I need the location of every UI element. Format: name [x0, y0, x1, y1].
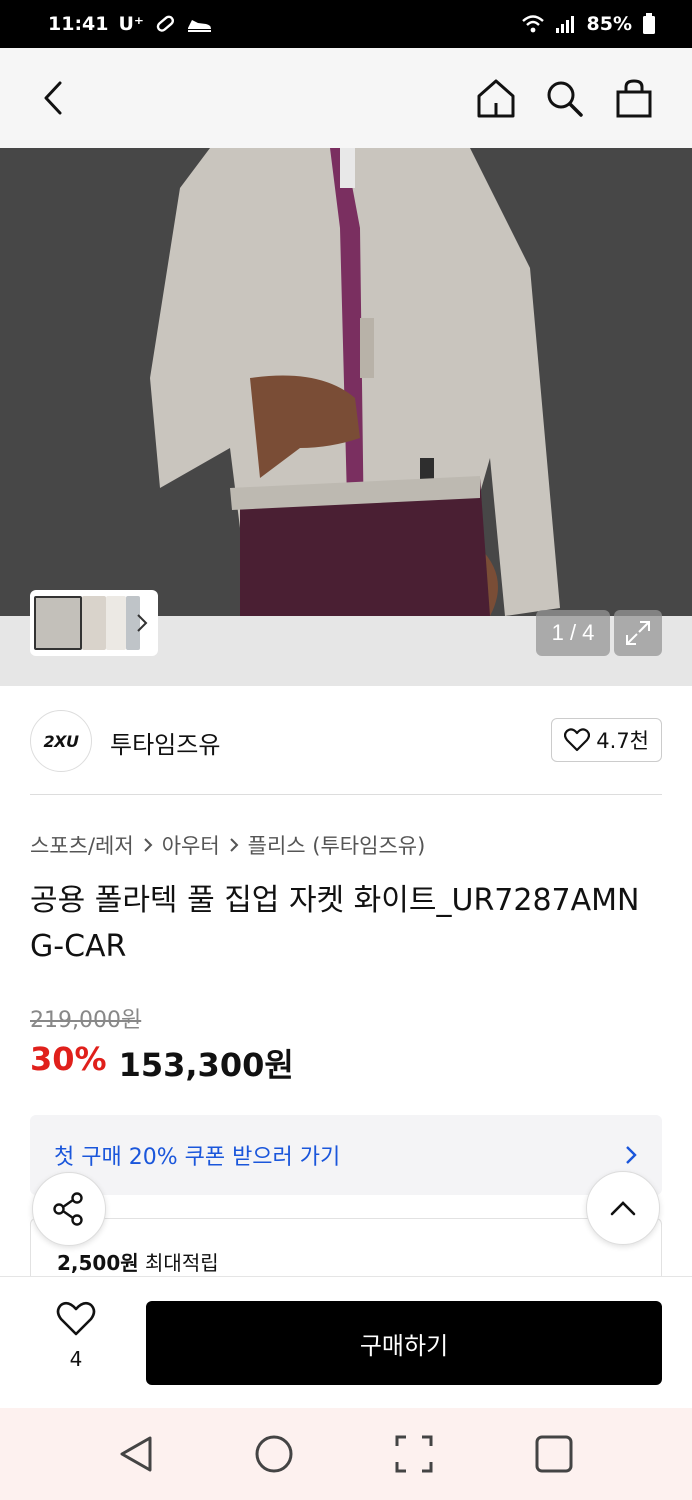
- product-title: 공용 폴라텍 풀 집업 자켓 화이트_UR7287AMNG-CAR: [30, 883, 640, 964]
- chevron-right-icon[interactable]: [136, 613, 148, 633]
- thumbnail-1[interactable]: [34, 596, 82, 650]
- recents-square-icon[interactable]: [534, 1434, 574, 1474]
- shoe-icon: [187, 20, 211, 32]
- app-header: [0, 48, 692, 148]
- heart-icon: [564, 728, 591, 752]
- brand-logo-text: 2XU: [43, 731, 79, 751]
- coupon-banner[interactable]: 첫 구매 20% 쿠폰 받으러 가기: [30, 1115, 662, 1195]
- pill-icon: [156, 15, 174, 32]
- home-icon: [477, 79, 515, 118]
- buy-button[interactable]: 구매하기: [146, 1301, 662, 1385]
- cart-button[interactable]: [610, 74, 658, 122]
- bottom-action-bar: 4 구매하기: [0, 1276, 692, 1408]
- product-like-button[interactable]: 4: [44, 1301, 108, 1371]
- status-bar: 11:41 U⁺ 85%: [0, 0, 692, 48]
- battery-icon: [643, 13, 655, 34]
- battery-percent: 85%: [586, 13, 632, 35]
- expand-button[interactable]: [614, 610, 662, 656]
- system-nav-bar: [0, 1408, 692, 1500]
- coupon-text: 첫 구매 20% 쿠폰 받으러 가기: [54, 1145, 341, 1170]
- points-amount: 2,500원: [57, 1251, 139, 1275]
- brand-row: 2XU 투타임즈유 4.7천: [30, 708, 662, 774]
- scroll-top-button[interactable]: [586, 1171, 660, 1245]
- product-like-count: 4: [69, 1347, 83, 1371]
- share-button[interactable]: [32, 1172, 106, 1246]
- status-carrier: U⁺: [118, 13, 144, 35]
- image-counter: 1 / 4: [536, 610, 610, 656]
- shopping-bag-icon: [616, 79, 652, 118]
- price-row: 30% 153,300원: [30, 1040, 294, 1086]
- breadcrumb: 스포츠/레저 아우터 플리스 (투타임즈유): [30, 830, 425, 860]
- expand-icon: [626, 621, 650, 645]
- thumbnail-3[interactable]: [106, 596, 126, 650]
- chevron-left-icon: [44, 81, 62, 115]
- points-label: 최대적립: [145, 1251, 219, 1275]
- chevron-right-icon: [143, 838, 153, 852]
- signal-icon: [555, 16, 574, 33]
- brand-logo[interactable]: 2XU: [30, 710, 92, 772]
- product-gallery[interactable]: 1 / 4: [0, 148, 692, 686]
- divider: [30, 794, 662, 795]
- breadcrumb-item[interactable]: 플리스 (투타임즈유): [248, 830, 426, 860]
- search-icon: [547, 81, 583, 117]
- chevron-right-icon: [229, 838, 239, 852]
- original-price: 219,000원: [30, 1008, 142, 1033]
- back-button[interactable]: [30, 74, 78, 122]
- breadcrumb-item[interactable]: 스포츠/레저: [30, 830, 134, 860]
- screenshot-frame-icon[interactable]: [394, 1434, 434, 1474]
- status-time: 11:41: [48, 13, 109, 35]
- product-image[interactable]: [0, 148, 692, 616]
- wifi-icon: [521, 15, 544, 33]
- sale-price: 153,300원: [118, 1046, 294, 1084]
- share-icon: [53, 1192, 83, 1226]
- discount-rate: 30%: [30, 1040, 107, 1078]
- brand-like-count: 4.7천: [596, 729, 649, 753]
- search-button[interactable]: [540, 74, 588, 122]
- home-button[interactable]: [472, 74, 520, 122]
- brand-name[interactable]: 투타임즈유: [110, 725, 220, 760]
- thumbnail-strip[interactable]: [30, 590, 158, 656]
- back-triangle-icon[interactable]: [118, 1434, 154, 1474]
- heart-icon: [56, 1301, 96, 1336]
- chevron-up-icon: [610, 1201, 636, 1216]
- brand-like-button[interactable]: 4.7천: [551, 718, 662, 762]
- home-circle-icon[interactable]: [254, 1434, 294, 1474]
- breadcrumb-item[interactable]: 아우터: [162, 830, 220, 860]
- thumbnail-2[interactable]: [82, 596, 106, 650]
- chevron-right-icon: [626, 1146, 637, 1164]
